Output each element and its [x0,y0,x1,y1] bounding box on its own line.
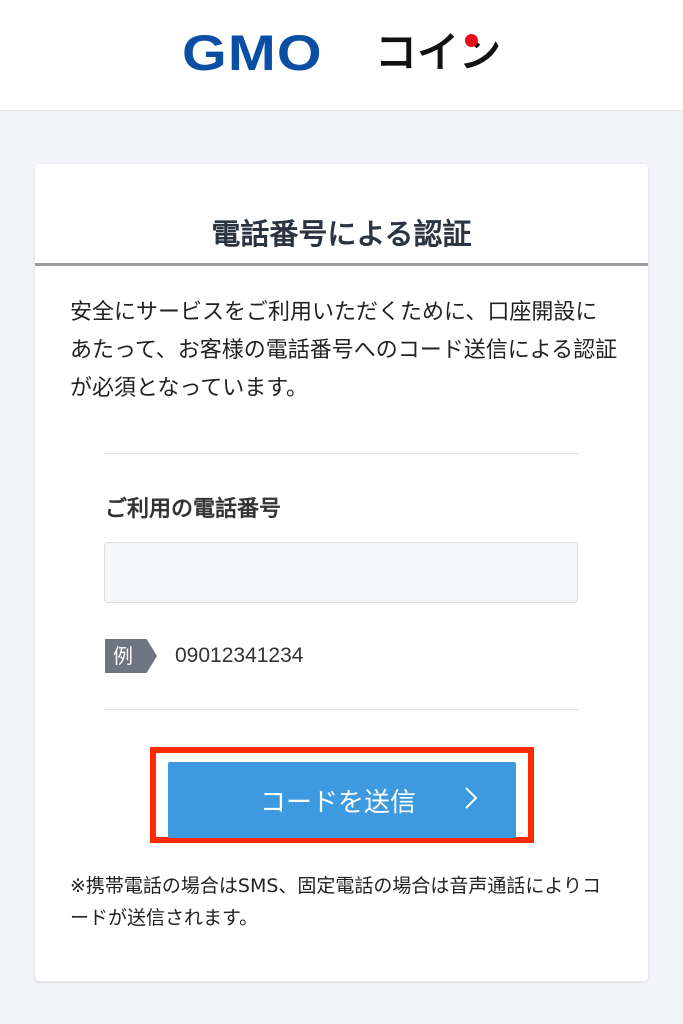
divider-top [104,453,579,454]
phone-field-label: ご利用の電話番号 [105,497,282,522]
example-tag: 例 [105,639,157,673]
phone-number-input[interactable] [104,542,578,603]
page-title: 電話番号による認証 [35,164,648,266]
top-header: GMO コイン [0,0,683,111]
divider-bottom [104,709,579,710]
example-phone-number: 09012341234 [175,644,304,667]
send-code-label: コードを送信 [260,788,417,818]
phone-verification-card: 電話番号による認証 安全にサービスをご利用いただくために、口座開設にあたって、お… [35,164,648,981]
send-code-button[interactable]: コードを送信 [168,762,516,838]
delivery-note: ※携帯電話の場合はSMS、固定電話の場合は音声通話によりコードが送信されます。 [70,875,602,929]
logo-coin-text: コイン [375,28,502,77]
logo-gmo-text: GMO [182,25,323,81]
intro-text: 安全にサービスをご利用いただくために、口座開設にあたって、お客様の電話番号へのコ… [70,300,618,401]
chevron-right-icon [465,787,478,809]
gmo-coin-logo[interactable]: GMO コイン [182,28,501,78]
logo-red-dot [465,34,478,47]
